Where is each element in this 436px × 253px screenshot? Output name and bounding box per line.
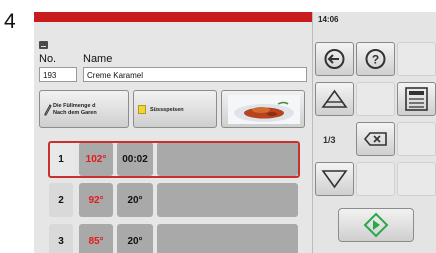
- figure-number: 4: [4, 10, 16, 33]
- start-diamond-icon: [363, 212, 389, 238]
- step-row-1[interactable]: 1 102° 00:02: [34, 140, 312, 178]
- back-button[interactable]: [315, 42, 354, 76]
- step-row-3[interactable]: 3 85° 20°: [34, 222, 312, 253]
- help-button[interactable]: ?: [356, 42, 395, 76]
- step-time[interactable]: 20°: [117, 224, 153, 253]
- touch-screen: No. Name 193 Creme Karamel Die Füllmenge…: [34, 12, 436, 253]
- step-temperature[interactable]: 102°: [79, 142, 113, 176]
- scroll-up-button[interactable]: [315, 82, 354, 116]
- control-sidebar: 14:06 ? 1/3: [312, 12, 436, 253]
- clock-time: 14:06: [318, 15, 339, 24]
- recipe-editor: No. Name 193 Creme Karamel Die Füllmenge…: [34, 22, 312, 253]
- triangle-up-plus-icon: [321, 89, 348, 108]
- step-temperature[interactable]: 92°: [79, 183, 113, 217]
- triangle-down-icon: [321, 170, 348, 189]
- empty-slot: [397, 162, 436, 196]
- empty-slot: [397, 122, 436, 156]
- step-number: 1: [49, 142, 73, 176]
- empty-slot: [356, 82, 395, 116]
- delete-button[interactable]: [356, 122, 395, 156]
- scroll-down-button[interactable]: [315, 162, 354, 196]
- pen-icon: [44, 104, 52, 116]
- back-arrow-icon: [324, 49, 345, 69]
- empty-slot: [397, 42, 436, 76]
- category-button[interactable]: Süssspeisen: [133, 90, 217, 128]
- name-label: Name: [83, 53, 113, 65]
- dish-photo-icon: [228, 95, 300, 124]
- menu-chip-icon[interactable]: [39, 41, 48, 49]
- category-label: Süssspeisen: [150, 107, 184, 113]
- help-icon: ?: [365, 49, 386, 69]
- backspace-icon: [363, 132, 387, 146]
- recipe-name-field[interactable]: Creme Karamel: [83, 67, 307, 82]
- recipe-image-button[interactable]: [221, 90, 305, 128]
- step-number: 3: [49, 224, 73, 253]
- fill-text-line2: Nach dem Garen: [53, 110, 97, 116]
- empty-slot: [356, 162, 395, 196]
- save-button[interactable]: [397, 82, 436, 116]
- start-button[interactable]: [338, 208, 414, 242]
- step-time[interactable]: 00:02: [117, 142, 153, 176]
- save-list-icon: [405, 87, 428, 111]
- fill-text-line1: Die Füllmenge d: [53, 103, 96, 109]
- recipe-number-field[interactable]: 193: [39, 67, 77, 82]
- no-label: No.: [39, 53, 57, 65]
- page-indicator: 1/3: [323, 135, 336, 145]
- step-temperature[interactable]: 85°: [79, 224, 113, 253]
- top-status-bar: [34, 12, 312, 22]
- svg-text:?: ?: [372, 53, 379, 67]
- step-detail[interactable]: [157, 224, 298, 253]
- fill-amount-button[interactable]: Die Füllmenge d Nach dem Garen: [39, 90, 129, 128]
- step-detail[interactable]: [157, 142, 298, 176]
- step-time[interactable]: 20°: [117, 183, 153, 217]
- step-detail[interactable]: [157, 183, 298, 217]
- folder-icon: [138, 105, 146, 114]
- step-row-2[interactable]: 2 92° 20°: [34, 181, 312, 219]
- step-number: 2: [49, 183, 73, 217]
